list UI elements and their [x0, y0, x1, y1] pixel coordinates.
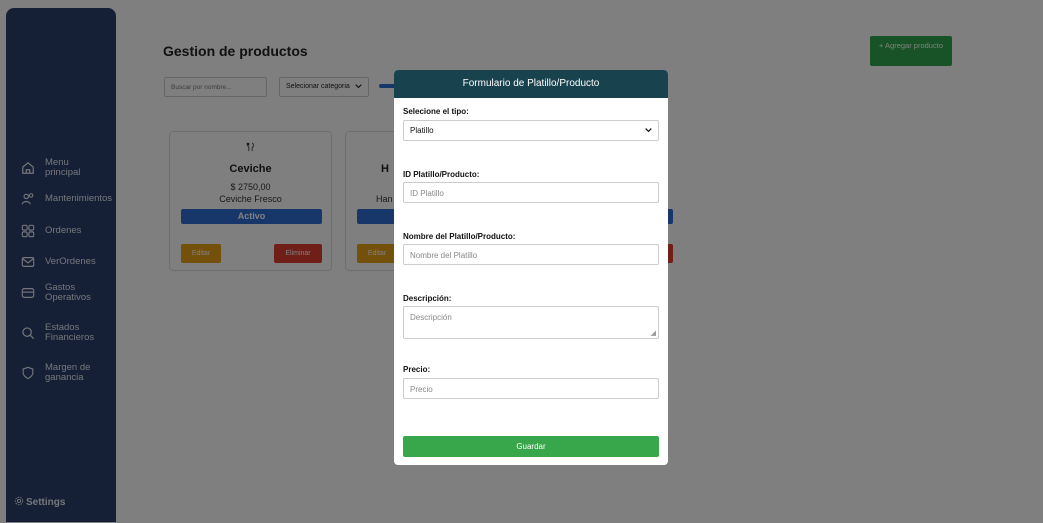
type-label: Selecione el tipo: [403, 107, 469, 116]
chevron-down-icon [645, 126, 652, 135]
id-input[interactable]: ID Platillo [403, 182, 659, 203]
description-label: Descripción: [403, 294, 452, 303]
type-select-value: Platillo [410, 126, 434, 135]
resize-handle-icon[interactable]: ◢ [651, 329, 656, 337]
product-form-modal: Formulario de Platillo/Producto Selecion… [394, 70, 668, 465]
description-placeholder: Descripción [410, 313, 452, 322]
id-label: ID Platillo/Producto: [403, 170, 480, 179]
name-input[interactable]: Nombre del Platillo [403, 244, 659, 265]
save-button[interactable]: Guardar [403, 436, 659, 457]
name-label: Nombre del Platillo/Producto: [403, 232, 516, 241]
price-label: Precio: [403, 365, 431, 374]
description-textarea[interactable]: Descripción ◢ [403, 306, 659, 339]
type-select[interactable]: Platillo [403, 120, 659, 141]
modal-title: Formulario de Platillo/Producto [394, 70, 668, 98]
price-input[interactable]: Precio [403, 378, 659, 399]
